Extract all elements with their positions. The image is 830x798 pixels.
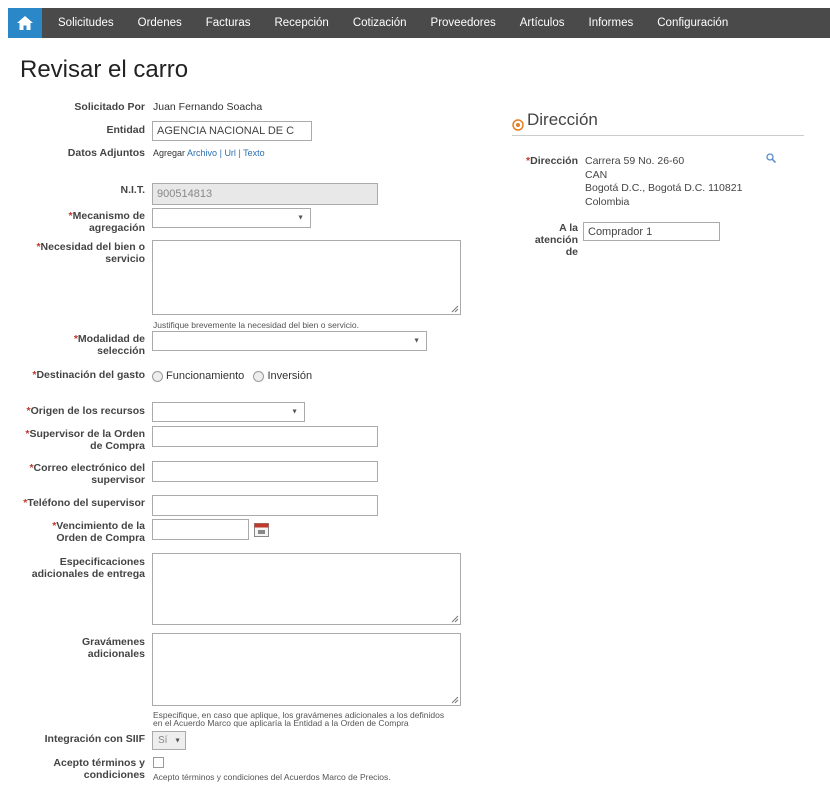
- origen-label-text: Origen de los recursos: [30, 405, 145, 417]
- destinacion-label-text: Destinación del gasto: [36, 369, 145, 381]
- atencion-input[interactable]: [583, 222, 720, 241]
- funcionamiento-radio[interactable]: Funcionamiento: [152, 370, 244, 382]
- telefono-input[interactable]: [152, 495, 378, 516]
- solicitado-por-label: Solicitado Por: [74, 101, 145, 113]
- funcionamiento-label: Funcionamiento: [166, 370, 245, 382]
- entidad-label: Entidad: [106, 124, 146, 136]
- gravamenes-label: Gravámenes adicionales: [81, 636, 145, 660]
- separator: |: [219, 148, 222, 158]
- datos-adjuntos-links: Agregar Archivo | Url | Texto: [153, 148, 265, 158]
- vencimiento-label-text: Vencimiento de la Orden de Compra: [56, 520, 145, 544]
- nav-item-cotizacion[interactable]: Cotización: [341, 17, 419, 29]
- destinacion-options: Funcionamiento Inversión: [152, 370, 312, 382]
- home-button[interactable]: [8, 8, 42, 38]
- supervisor-label-text: Supervisor de la Orden de Compra: [29, 428, 145, 452]
- mecanismo-label: *Mecanismo de agregación: [68, 210, 145, 234]
- supervisor-label: *Supervisor de la Orden de Compra: [25, 428, 145, 452]
- direccion-label: *Dirección: [526, 155, 578, 167]
- correo-label: *Correo electrónico del supervisor: [29, 462, 145, 486]
- nav-item-recepcion[interactable]: Recepción: [262, 17, 340, 29]
- nav-item-ordenes[interactable]: Ordenes: [126, 17, 194, 29]
- vencimiento-input[interactable]: [152, 519, 249, 540]
- address-line: Colombia: [585, 195, 630, 208]
- nav-item-configuracion[interactable]: Configuración: [645, 17, 740, 29]
- destinacion-label: *Destinación del gasto: [32, 369, 145, 381]
- top-navigation: Solicitudes Ordenes Facturas Recepción C…: [8, 8, 830, 38]
- inversion-radio[interactable]: Inversión: [253, 370, 312, 382]
- address-line: CAN: [585, 168, 608, 181]
- origen-label: *Origen de los recursos: [26, 405, 145, 417]
- correo-label-text: Correo electrónico del supervisor: [33, 462, 145, 486]
- resize-handle-icon[interactable]: [451, 305, 459, 313]
- location-icon: [512, 119, 524, 131]
- terminos-label: Acepto términos y condiciones: [53, 757, 145, 781]
- supervisor-input[interactable]: [152, 426, 378, 447]
- necesidad-label-text: Necesidad del bien o servicio: [40, 241, 145, 265]
- nav-item-proveedores[interactable]: Proveedores: [419, 17, 508, 29]
- address-line: Bogotá D.C., Bogotá D.C. 110821: [585, 182, 743, 194]
- modalidad-select[interactable]: ▼: [152, 331, 427, 351]
- nit-label: N.I.T.: [120, 184, 145, 196]
- nav-item-facturas[interactable]: Facturas: [194, 17, 263, 29]
- radio-icon: [253, 370, 265, 382]
- calendar-icon: [254, 523, 269, 537]
- necesidad-hint: Justifique brevemente la necesidad del b…: [153, 320, 360, 330]
- vencimiento-label: *Vencimiento de la Orden de Compra: [52, 520, 145, 544]
- archivo-link[interactable]: Archivo: [187, 148, 217, 158]
- gravamenes-hint-line2: en el Acuerdo Marco que aplicaría la Ent…: [153, 718, 409, 728]
- mecanismo-label-text: Mecanismo de agregación: [72, 210, 145, 234]
- necesidad-textarea[interactable]: [152, 240, 461, 315]
- chevron-down-icon: ▼: [291, 408, 298, 416]
- inversion-label: Inversión: [267, 370, 313, 382]
- chevron-down-icon: ▼: [413, 337, 420, 345]
- nav-item-informes[interactable]: Informes: [577, 17, 646, 29]
- gravamenes-textarea[interactable]: [152, 633, 461, 706]
- chevron-down-icon: ▼: [174, 737, 181, 744]
- siif-select: Sí ▼: [152, 731, 186, 750]
- direccion-label-text: Dirección: [530, 155, 578, 167]
- siif-label: Integración con SIIF: [44, 733, 145, 745]
- calendar-button[interactable]: [254, 522, 269, 542]
- agregar-text: Agregar: [153, 148, 186, 158]
- terminos-text: Acepto términos y condiciones del Acuerd…: [153, 772, 391, 782]
- texto-link[interactable]: Texto: [243, 148, 265, 158]
- terminos-checkbox[interactable]: [153, 757, 164, 768]
- radio-icon: [152, 370, 163, 382]
- modalidad-label: *Modalidad de selección: [73, 333, 145, 357]
- mecanismo-select[interactable]: ▼: [152, 208, 311, 228]
- search-icon[interactable]: [766, 153, 776, 163]
- correo-input[interactable]: [152, 461, 378, 482]
- atencion-label: A la atención de: [534, 222, 578, 258]
- direccion-section-title: Dirección: [527, 110, 598, 129]
- resize-handle-icon[interactable]: [451, 696, 459, 704]
- especificaciones-label: Especificaciones adicionales de entrega: [31, 556, 145, 580]
- modalidad-label-text: Modalidad de selección: [77, 333, 145, 357]
- address-line: Carrera 59 No. 26-60: [585, 155, 685, 167]
- telefono-label-text: Teléfono del supervisor: [27, 497, 145, 509]
- section-divider: [512, 135, 804, 136]
- origen-select[interactable]: ▼: [152, 402, 305, 422]
- url-link[interactable]: Url: [224, 148, 236, 158]
- nav-item-solicitudes[interactable]: Solicitudes: [46, 17, 126, 29]
- gravamenes-hint: Especifique, en caso que aplique, los gr…: [153, 711, 493, 728]
- chevron-down-icon: ▼: [297, 214, 304, 222]
- siif-value: Sí: [158, 735, 168, 746]
- entidad-input[interactable]: [152, 121, 312, 141]
- direccion-address: Carrera 59 No. 26-60 CAN Bogotá D.C., Bo…: [585, 155, 742, 209]
- resize-handle-icon[interactable]: [451, 615, 459, 623]
- necesidad-label: *Necesidad del bien o servicio: [36, 241, 145, 265]
- telefono-label: *Teléfono del supervisor: [23, 497, 145, 509]
- page-title: Revisar el carro: [20, 56, 189, 83]
- separator: |: [238, 148, 241, 158]
- solicitado-por-value: Juan Fernando Soacha: [153, 101, 263, 113]
- nit-input: [152, 183, 378, 205]
- home-icon: [17, 16, 33, 30]
- nav-item-articulos[interactable]: Artículos: [508, 17, 577, 29]
- datos-adjuntos-label: Datos Adjuntos: [67, 147, 145, 159]
- especificaciones-textarea[interactable]: [152, 553, 461, 625]
